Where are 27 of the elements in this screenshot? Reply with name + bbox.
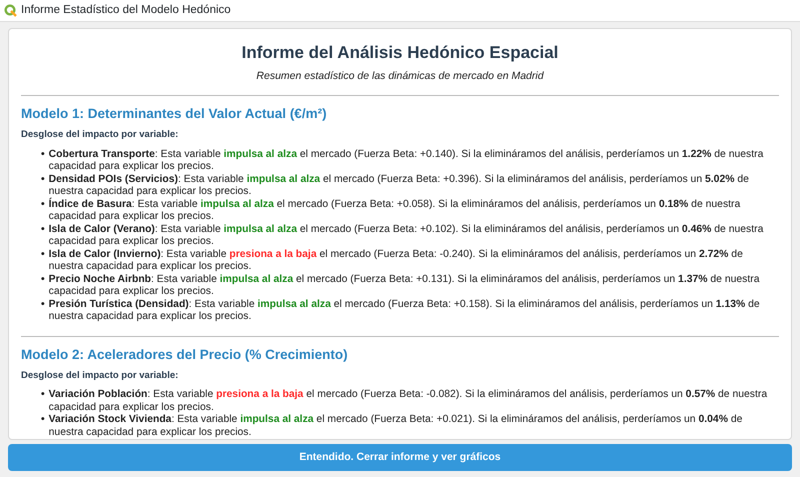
variable-description: Cobertura Transporte: Esta variable impulsa al alza el mercado (Fuerza Beta: +0.140). Si la elimináramos del análisis, perderíamos un 1.22% de nuestra capacidad para explicar los precios.: [48, 148, 764, 174]
close-report-button[interactable]: Entendido. Cerrar informe y ver gráficos: [8, 444, 792, 471]
variable-description: Isla de Calor (Verano): Esta variable impulsa al alza el mercado (Fuerza Beta: +0.102). Si la elimináramos del análisis, perderíamos un 0.46% de nuestra capacidad para explicar los precios.: [48, 224, 764, 249]
window-title: Informe Estadístico del Modelo Hedónico: [21, 2, 231, 18]
report-subtitle: Resumen estadístico de las dinámicas de mercado en Madrid: [255, 69, 545, 84]
variable-description: Variación Población: Esta variable presiona a la baja el mercado (Fuerza Beta: -0.082). Si la elimináramos del análisis, perderíamos un 0.57% de nuestra capacidad para explicar los precios.: [48, 389, 768, 414]
bullet: •: [41, 224, 45, 237]
section-intro: Desglose del impacto por variable:: [21, 368, 180, 383]
report-title: Informe del Análisis Hedónico Espacial: [240, 43, 560, 64]
variable-description: Presión Turística (Densidad): Esta variable impulsa al alza el mercado (Fuerza Beta: +0.158). Si la elimináramos del análisis, perderíamos un 1.13% de nuestra capacidad para explicar los precios.: [48, 298, 761, 324]
bullet: •: [41, 298, 45, 312]
variable-description: Precio Noche Airbnb: Esta variable impulsa al alza el mercado (Fuerza Beta: +0.131). Si la elimináramos del análisis, perderíamos un 1.37% de nuestra capacidad para explicar los precios.: [48, 274, 761, 299]
bullet: •: [41, 148, 45, 162]
section-intro: Desglose del impacto por variable:: [21, 128, 180, 142]
bullet: •: [41, 174, 45, 187]
variable-description: Isla de Calor (Invierno): Esta variable presiona a la baja el mercado (Fuerza Beta: -0.240). Si la elimináramos del análisis, perderíamos un 2.72% de nuestra capacidad para explicar los precios.: [48, 248, 744, 274]
section-heading: Modelo 2: Aceleradores del Precio (% Crecimiento): [21, 346, 349, 363]
variable-description: Densidad POIs (Servicios): Esta variable impulsa al alza el mercado (Fuerza Beta: +0.396). Si la elimináramos del análisis, perderíamos un 5.02% de nuestra capacidad para explicar los precios.: [48, 174, 750, 198]
variable-description: Índice de Basura: Esta variable impulsa al alza el mercado (Fuerza Beta: +0.058). Si la elimináramos del análisis, perderíamos un 0.18% de nuestra capacidad para explicar los precios.: [48, 198, 742, 224]
bullet: •: [41, 274, 45, 287]
bullet: •: [41, 248, 45, 262]
variable-description: Variación Stock Vivienda: Esta variable impulsa al alza el mercado (Fuerza Beta: +0.021). Si la elimináramos del análisis, perderíamos un 0.04% de nuestra capacidad para explicar los precios.: [48, 414, 744, 440]
bullet: •: [41, 389, 45, 402]
section-heading: Modelo 1: Determinantes del Valor Actual (€/m²): [21, 106, 328, 122]
bullet: •: [41, 414, 45, 428]
bullet: •: [41, 198, 45, 212]
app-logo-icon: [4, 4, 17, 17]
